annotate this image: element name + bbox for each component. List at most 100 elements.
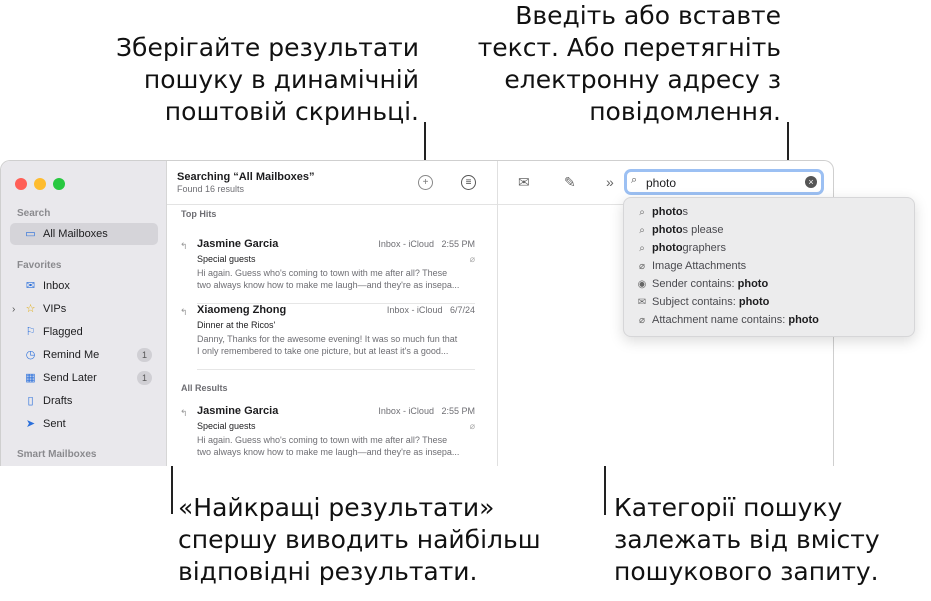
sidebar-item-label: Send Later xyxy=(43,372,97,384)
message-subject: Dinner at the Ricos' xyxy=(197,320,276,330)
count-badge: 1 xyxy=(137,348,152,362)
search-icon: ⌕ xyxy=(639,224,645,236)
count-badge: 1 xyxy=(137,371,152,385)
chevron-right-icon[interactable]: › xyxy=(12,304,15,315)
suggestion-item[interactable]: ◉ Sender contains: photo xyxy=(636,276,769,292)
more-chevrons-icon[interactable]: » xyxy=(606,174,614,190)
message-row[interactable]: ↰ Xiaomeng Zhong Inbox - iCloud 6/7/24 D… xyxy=(177,304,485,370)
sidebar-item-label: Sent xyxy=(43,418,66,430)
sidebar-item-label: Drafts xyxy=(43,395,73,407)
suggestion-category: Image Attachments xyxy=(652,260,747,272)
sidebar-item-all-mailboxes[interactable]: ▭ All Mailboxes xyxy=(10,223,158,245)
sidebar-item-drafts[interactable]: ▯ Drafts xyxy=(10,390,158,412)
message-row[interactable]: ↰ Jasmine Garcia Inbox - iCloud 2:55 PM … xyxy=(177,405,485,466)
suggestion-item[interactable]: ⌕ photo s xyxy=(636,204,688,220)
paperclip-icon: ⌀ xyxy=(469,254,475,264)
sidebar-item-label: Flagged xyxy=(43,326,83,338)
suggestion-match: photo xyxy=(738,296,770,308)
inbox-icon: ✉ xyxy=(25,279,36,292)
sidebar-item-send-later[interactable]: ▦ Send Later 1 xyxy=(10,367,158,389)
sidebar-item-flagged[interactable]: ⚐ Flagged xyxy=(10,321,158,343)
suggestion-match: photo xyxy=(652,206,683,218)
callout-line: Зберігайте результати xyxy=(116,33,419,62)
window-controls xyxy=(15,178,65,190)
suggestion-match: photo xyxy=(737,278,769,290)
clear-search-icon[interactable]: × xyxy=(805,176,817,188)
sidebar-section-smart-mailboxes: Smart Mailboxes xyxy=(17,449,97,460)
sender-name: Jasmine Garcia xyxy=(197,405,279,417)
callout-line: текст. Або перетягніть xyxy=(477,33,781,62)
suggestion-category: Attachment name contains: xyxy=(652,314,786,326)
sidebar: Search ▭ All Mailboxes Favorites ✉ Inbox… xyxy=(1,161,167,466)
list-title: Searching “All Mailboxes” xyxy=(177,171,315,183)
callout-line: відповідні результати. xyxy=(178,557,478,586)
envelope-icon: ✉ xyxy=(637,296,647,308)
all-results-label: All Results xyxy=(181,383,228,393)
sidebar-item-sent[interactable]: ➤ Sent xyxy=(10,413,158,435)
filter-icon[interactable]: ≡ xyxy=(461,175,476,190)
search-suggestions-menu: ⌕ photo s ⌕ photo s please ⌕ photo graphers… xyxy=(623,197,915,337)
clock-icon: ◷ xyxy=(25,348,36,361)
callout-line: пошукового запиту. xyxy=(614,557,879,586)
suggestion-rest: s xyxy=(682,206,689,218)
document-icon: ▯ xyxy=(27,394,34,407)
callout-line: поштовій скриньці. xyxy=(164,97,419,126)
magnifier-icon: ⌕ xyxy=(631,174,638,186)
sidebar-item-label: Remind Me xyxy=(43,349,100,361)
get-mail-envelope-icon[interactable]: ✉ xyxy=(518,174,530,191)
flag-icon: ⚐ xyxy=(25,325,36,338)
star-icon: ☆ xyxy=(25,302,36,315)
sidebar-item-label: All Mailboxes xyxy=(43,228,108,240)
suggestion-match: photo xyxy=(652,242,683,254)
person-icon: ◉ xyxy=(637,278,647,290)
sidebar-section-search: Search xyxy=(17,208,51,219)
divider xyxy=(167,204,497,205)
sidebar-item-inbox[interactable]: ✉ Inbox xyxy=(10,275,158,297)
message-list: Searching “All Mailboxes” Found 16 resul… xyxy=(167,161,498,466)
sender-name: Xiaomeng Zhong xyxy=(197,304,287,316)
suggestion-item[interactable]: ✉ Subject contains: photo xyxy=(636,294,770,310)
callout-line: електронну адресу з xyxy=(504,65,781,94)
suggestion-item[interactable]: ⌀ Attachment name contains: photo xyxy=(636,312,819,328)
mailbox-and-time: Inbox - iCloud 6/7/24 xyxy=(387,305,475,315)
search-icon: ⌕ xyxy=(639,206,645,218)
suggestion-category: Subject contains: xyxy=(652,296,736,308)
sender-name: Jasmine Garcia xyxy=(197,238,279,250)
sidebar-item-label: VIPs xyxy=(43,303,67,315)
message-time: 6/7/24 xyxy=(449,305,475,315)
callout-line: спершу виводить найбільш xyxy=(178,525,541,554)
search-icon: ⌕ xyxy=(639,242,645,254)
message-time: 2:55 PM xyxy=(441,406,475,416)
message-row[interactable]: ↰ Jasmine Garcia Inbox - iCloud 2:55 PM … xyxy=(177,238,485,304)
zoom-button[interactable] xyxy=(53,178,65,190)
callout-search-categories: Категорії пошуку залежать від вмісту пош… xyxy=(614,492,880,588)
compose-icon[interactable]: ✎ xyxy=(564,174,576,191)
suggestion-item[interactable]: ⌕ photo s please xyxy=(636,222,723,238)
callout-line: залежать від вмісту xyxy=(614,525,880,554)
suggestion-rest: graphers xyxy=(682,242,726,254)
suggestion-item[interactable]: ⌕ photo graphers xyxy=(636,240,726,256)
paperclip-icon: ⌀ xyxy=(469,421,475,431)
callout-line: Категорії пошуку xyxy=(614,493,843,522)
replied-icon: ↰ xyxy=(180,307,188,317)
sidebar-item-remind-me[interactable]: ◷ Remind Me 1 xyxy=(10,344,158,366)
message-preview: Hi again. Guess who's coming to town wit… xyxy=(197,268,460,290)
message-subject: Special guests xyxy=(197,421,256,431)
callout-line: Введіть або вставте xyxy=(515,1,781,30)
paperclip-icon: ⌀ xyxy=(638,314,646,326)
replied-icon: ↰ xyxy=(180,241,188,251)
mailbox-and-time: Inbox - iCloud 2:55 PM xyxy=(378,239,475,249)
callout-line: пошуку в динамічній xyxy=(143,65,419,94)
search-field[interactable]: ⌕ × xyxy=(624,169,824,195)
message-preview: Hi again. Guess who's coming to town wit… xyxy=(197,435,460,457)
search-input[interactable] xyxy=(646,174,806,191)
save-search-plus-icon[interactable]: + xyxy=(418,175,433,190)
paperclip-icon: ⌀ xyxy=(638,260,646,272)
suggestion-category: Sender contains: xyxy=(652,278,735,290)
mailbox-and-time: Inbox - iCloud 2:55 PM xyxy=(378,406,475,416)
callout-save-search: Зберігайте результати пошуку в динамічні… xyxy=(116,32,419,128)
sidebar-item-vips[interactable]: › ☆ VIPs xyxy=(10,298,158,320)
minimize-button[interactable] xyxy=(34,178,46,190)
suggestion-item[interactable]: ⌀ Image Attachments xyxy=(636,258,746,274)
close-button[interactable] xyxy=(15,178,27,190)
